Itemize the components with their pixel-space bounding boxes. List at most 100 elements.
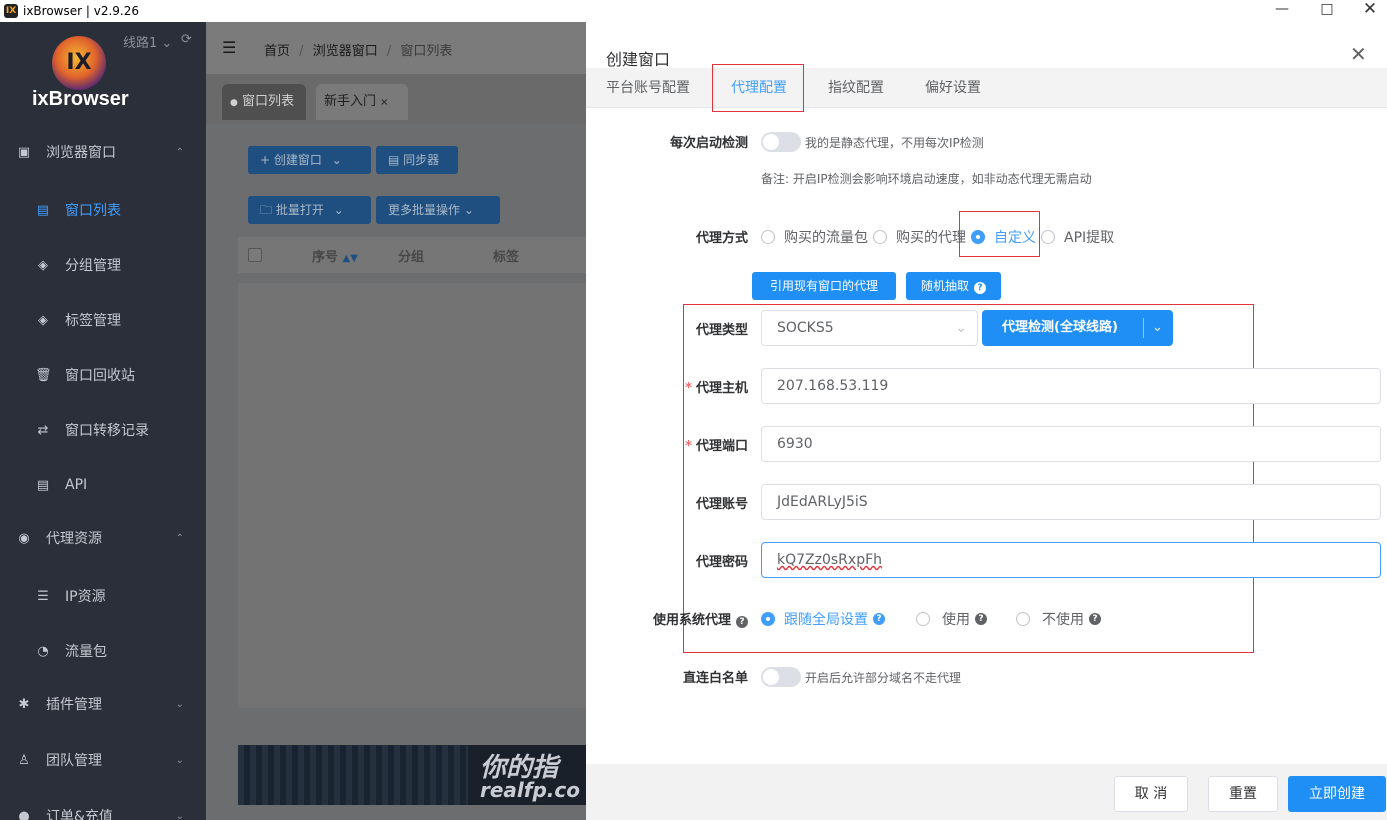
reset-button[interactable]: 重置 <box>1208 776 1278 812</box>
required-mark: * <box>685 381 692 396</box>
radio-circle <box>1041 230 1055 244</box>
radio-follow-global[interactable]: 跟随全局设置? <box>761 609 885 629</box>
sidebar-item-label: 窗口回收站 <box>65 368 135 384</box>
random-pick-label: 随机抽取 <box>920 279 969 293</box>
breadcrumb-home[interactable]: 首页 <box>264 44 290 59</box>
column-group: 分组 <box>398 250 425 265</box>
close-tab-icon[interactable]: × <box>380 97 388 108</box>
top-bar: ☰ 首页 / 浏览器窗口 / 窗口列表 <box>206 22 586 74</box>
radio-purchased-proxy[interactable]: 购买的代理 <box>873 227 966 247</box>
more-batch-button[interactable]: 更多批量操作 ⌄ <box>376 196 500 224</box>
create-window-button[interactable]: + 创建窗口 ⌄ <box>248 146 371 174</box>
button-divider <box>1143 318 1144 338</box>
whitelist-label: 直连白名单 <box>682 671 748 686</box>
banner-pattern <box>238 745 468 805</box>
refresh-icon[interactable]: ⟳ <box>181 32 192 47</box>
proxy-port-input[interactable]: 6930 <box>761 426 1381 462</box>
sync-button[interactable]: ▤ 同步器 <box>376 146 458 174</box>
proxy-password-input[interactable]: kQ7Zz0sRxpFh <box>761 542 1381 578</box>
help-icon[interactable]: ? <box>974 282 986 294</box>
random-pick-button[interactable]: 随机抽取? <box>906 272 1001 300</box>
tab-label: 窗口列表 <box>242 94 295 109</box>
tab-fingerprint-config[interactable]: 指纹配置 <box>828 68 884 108</box>
highlight-box-proxy-tab <box>712 64 804 112</box>
puzzle-icon: ✱ <box>18 696 30 712</box>
proxy-account-label: 代理账号 <box>695 497 748 512</box>
radio-label: 购买的代理 <box>896 230 966 246</box>
tab-getting-started[interactable]: 新手入门 × <box>316 84 408 120</box>
sort-icon[interactable]: ▲▼ <box>343 253 358 264</box>
radio-label: API提取 <box>1064 230 1115 246</box>
sidebar-item-orders[interactable]: ● 订单&充值 ⌄ <box>0 796 206 820</box>
sidebar-item-api[interactable]: ▤ API <box>0 465 206 505</box>
create-now-button[interactable]: 立即创建 <box>1288 776 1386 812</box>
chevron-down-icon[interactable]: ⌄ <box>332 153 342 167</box>
sidebar-item-plugin-management[interactable]: ✱ 插件管理 ⌄ <box>0 684 206 724</box>
sidebar-item-browser-windows[interactable]: ▣ 浏览器窗口 ⌃ <box>0 132 206 172</box>
radio-api-extract[interactable]: API提取 <box>1041 227 1114 247</box>
proxy-check-button[interactable]: 代理检测(全球线路) ⌄ <box>982 310 1173 346</box>
maximize-icon[interactable]: □ <box>1307 0 1347 22</box>
help-icon[interactable]: ? <box>873 613 885 625</box>
radio-not-use[interactable]: 不使用? <box>1016 609 1101 629</box>
radio-traffic-package[interactable]: 购买的流量包 <box>761 227 868 247</box>
tab-platform-account[interactable]: 平台账号配置 <box>606 68 690 108</box>
table-body <box>238 283 586 708</box>
close-icon[interactable]: ✕ <box>1350 44 1367 64</box>
line-selector[interactable]: 线路1 ⌄ <box>123 32 172 51</box>
chevron-down-icon[interactable]: ⌄ <box>334 203 344 217</box>
proxy-type-select[interactable]: SOCKS5 ⌄ <box>761 310 978 346</box>
more-batch-label: 更多批量操作 <box>388 203 461 217</box>
radio-label: 跟随全局设置 <box>784 612 868 628</box>
sidebar-item-proxy-resources[interactable]: ◉ 代理资源 ⌃ <box>0 518 206 558</box>
sidebar-item-team-management[interactable]: ♙ 团队管理 ⌄ <box>0 740 206 780</box>
proxy-password-label: 代理密码 <box>695 555 748 570</box>
proxy-type-value: SOCKS5 <box>777 320 834 336</box>
ixbrowser-logo: IX <box>52 36 106 90</box>
cite-existing-proxy-button[interactable]: 引用现有窗口的代理 <box>752 272 896 300</box>
sidebar-item-label: 窗口转移记录 <box>65 423 149 439</box>
tab-window-list[interactable]: ● 窗口列表 <box>222 84 306 120</box>
sidebar-item-tag-management[interactable]: ◈ 标签管理 <box>0 300 206 340</box>
proxy-host-input[interactable]: 207.168.53.119 <box>761 368 1381 404</box>
help-icon[interactable]: ? <box>975 613 987 625</box>
table-header: 序号 ▲▼ 分组 标签 <box>238 237 586 273</box>
startup-check-switch[interactable] <box>761 132 801 152</box>
help-icon[interactable]: ? <box>1089 613 1101 625</box>
list-icon: ▤ <box>36 202 50 218</box>
label-text: 使用系统代理 <box>652 613 731 628</box>
column-label: 序号 <box>312 250 339 265</box>
column-index[interactable]: 序号 ▲▼ <box>312 246 358 265</box>
trash-icon: 🗑 <box>35 367 52 383</box>
sidebar-item-recycle-bin[interactable]: 🗑 窗口回收站 <box>0 355 206 395</box>
select-all-checkbox[interactable] <box>248 248 262 262</box>
sidebar-item-window-list[interactable]: ▤ 窗口列表 <box>0 190 206 230</box>
radio-circle <box>761 230 775 244</box>
sidebar-item-ip-resources[interactable]: ☰ IP资源 <box>0 576 206 616</box>
breadcrumb-browser-windows[interactable]: 浏览器窗口 <box>313 44 378 59</box>
batch-open-label: 批量打开 <box>275 203 324 217</box>
sidebar-item-group-management[interactable]: ◈ 分组管理 <box>0 245 206 285</box>
sidebar-item-transfer-records[interactable]: ⇄ 窗口转移记录 <box>0 410 206 450</box>
cancel-button[interactable]: 取 消 <box>1114 776 1188 812</box>
radio-use[interactable]: 使用? <box>916 609 987 629</box>
close-window-icon[interactable]: ✕ <box>1350 0 1387 22</box>
minimize-icon[interactable]: — <box>1262 0 1302 22</box>
batch-open-button[interactable]: 🗀 批量打开 ⌄ <box>248 196 371 224</box>
proxy-check-label: 代理检测(全球线路) <box>1002 320 1118 335</box>
tab-preferences[interactable]: 偏好设置 <box>925 68 981 108</box>
list-icon: ☰ <box>37 588 49 604</box>
column-tag: 标签 <box>493 250 520 265</box>
sidebar-item-traffic-package[interactable]: ◔ 流量包 <box>0 631 206 671</box>
chevron-down-icon: ⌄ <box>463 203 474 217</box>
chevron-down-icon[interactable]: ⌄ <box>1152 310 1163 346</box>
proxy-account-input[interactable]: JdEdARLyJ5iS <box>761 484 1381 520</box>
label-text: 代理主机 <box>695 381 748 396</box>
whitelist-switch[interactable] <box>761 667 801 687</box>
sidebar-item-label: 分组管理 <box>65 258 121 274</box>
user-icon: ♙ <box>18 752 30 768</box>
sidebar-item-label: IP资源 <box>65 589 106 605</box>
menu-toggle-icon[interactable]: ☰ <box>222 38 236 57</box>
help-icon[interactable]: ? <box>736 616 748 628</box>
ad-banner[interactable]: 你的指 realfp.co <box>238 745 586 805</box>
